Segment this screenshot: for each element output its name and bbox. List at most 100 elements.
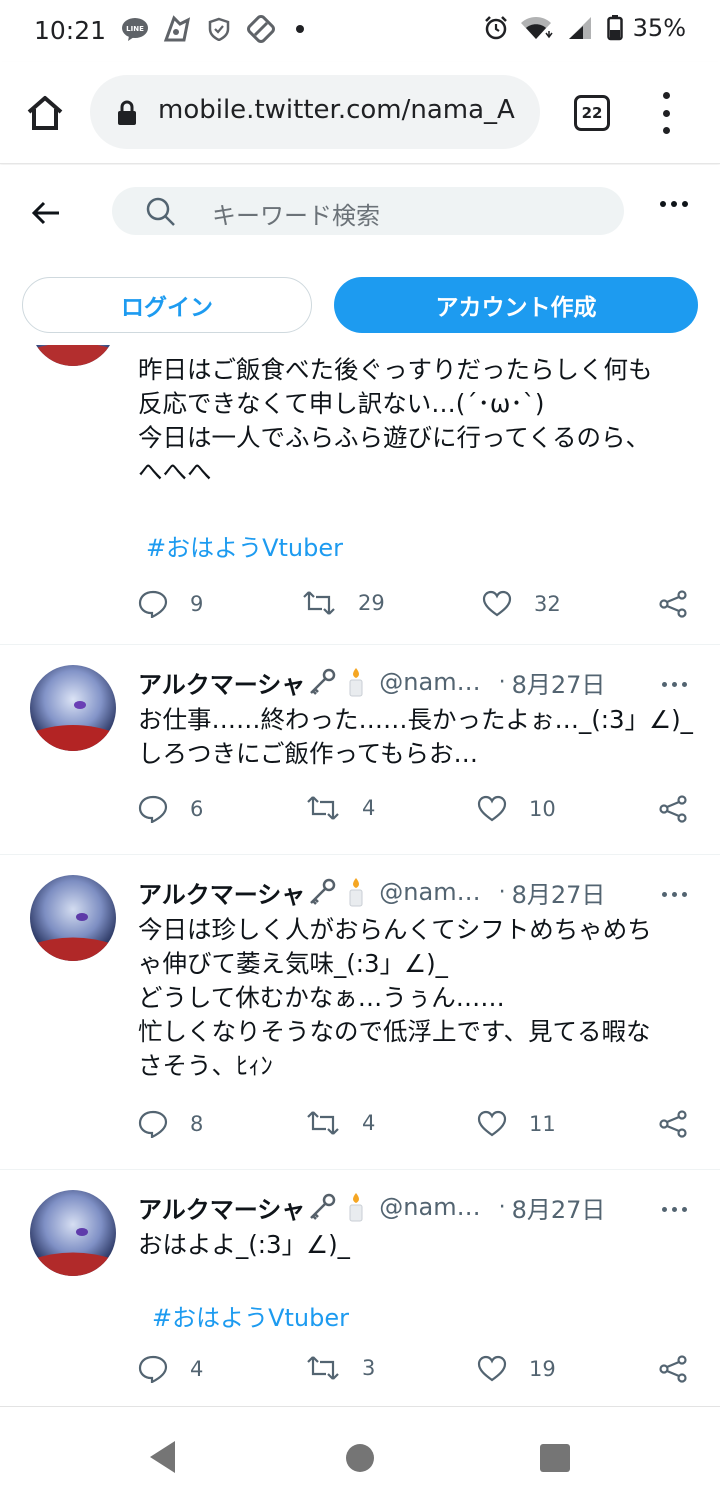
arrow-left-icon (31, 201, 59, 225)
system-nav-bar (0, 1406, 720, 1496)
share-button[interactable] (658, 795, 688, 823)
reply-icon (138, 590, 168, 618)
tweet[interactable]: アルクマーシャ @nam… · 8月27日 今日は珍しく人がおらんくてシフトめち… (0, 855, 720, 1170)
tweet-header: アルクマーシャ @nam… · 8月27日 (138, 1190, 698, 1224)
home-icon (27, 96, 63, 130)
share-button[interactable] (658, 1355, 688, 1383)
tweet-more-button[interactable] (662, 1207, 687, 1212)
tweet[interactable]: 昨日はご飯食べた後ぐっすりだったらしく何も 反応できなくて申し訳ない…(´･ω･… (0, 345, 720, 645)
tweet[interactable]: アルクマーシャ @nam… · 8月27日 おはよよ_(:3」∠)_ #おはよう… (0, 1170, 720, 1405)
shield-icon (204, 14, 234, 44)
user-handle[interactable]: @nam… (379, 878, 480, 906)
search-icon (146, 197, 175, 226)
user-handle[interactable]: @nam… (379, 1193, 480, 1221)
like-button[interactable]: 19 (477, 1355, 556, 1382)
search-input[interactable]: キーワード検索 (112, 187, 624, 235)
like-count: 32 (534, 591, 561, 616)
avatar[interactable] (30, 345, 116, 366)
tweet-date[interactable]: 8月27日 (512, 875, 606, 910)
tweet-actions: 4 3 19 (0, 1355, 720, 1395)
heart-icon (477, 795, 507, 822)
hashtag-link[interactable]: #おはようVtuber (146, 528, 343, 563)
notification-icons: LINE (120, 14, 304, 44)
heart-icon (477, 1355, 507, 1382)
avatar[interactable] (30, 665, 116, 751)
reply-button[interactable]: 4 (138, 1355, 203, 1383)
tweet-header: アルクマーシャ @nam… · 8月27日 (138, 665, 698, 699)
retweet-button[interactable]: 3 (306, 1355, 375, 1381)
tweet-more-button[interactable] (662, 892, 687, 897)
status-time: 10:21 (34, 16, 107, 45)
retweet-count: 4 (362, 1111, 376, 1135)
hashtag-link[interactable]: #おはようVtuber (152, 1298, 349, 1333)
timeline[interactable]: 昨日はご飯食べた後ぐっすりだったらしく何も 反応できなくて申し訳ない…(´･ω･… (0, 345, 720, 1405)
notification-app-icon (246, 14, 276, 44)
like-count: 19 (529, 1356, 556, 1381)
tweet-date[interactable]: 8月27日 (512, 1190, 606, 1225)
like-count: 11 (529, 1111, 556, 1136)
retweet-button[interactable]: 4 (306, 795, 375, 821)
key-emoji-icon (305, 875, 339, 909)
retweet-icon (307, 1356, 339, 1380)
reply-count: 8 (190, 1112, 204, 1136)
reply-button[interactable]: 8 (138, 1110, 203, 1138)
candle-emoji-icon (339, 1190, 373, 1224)
tweet-more-button[interactable] (662, 682, 687, 687)
url-text: mobile.twitter.com/nama_A (158, 95, 515, 125)
user-handle[interactable]: @nam… (379, 668, 480, 696)
reply-button[interactable]: 6 (138, 795, 203, 823)
signup-button[interactable]: アカウント作成 (334, 277, 698, 333)
alarm-icon (484, 16, 507, 40)
tweet-header: アルクマーシャ @nam… · 8月27日 (138, 875, 698, 909)
status-bar: 10:21 LINE 35% (0, 0, 720, 62)
address-bar[interactable]: mobile.twitter.com/nama_A (90, 75, 540, 149)
display-name[interactable]: アルクマーシャ (138, 875, 305, 910)
tab-switcher-button[interactable]: 22 (574, 95, 610, 131)
auth-bar: ログイン アカウント作成 (0, 265, 720, 345)
heart-icon (482, 590, 512, 617)
retweet-count: 3 (362, 1356, 376, 1380)
home-button[interactable] (22, 90, 68, 136)
avatar[interactable] (30, 1190, 116, 1276)
retweet-count: 4 (362, 796, 376, 820)
tweet[interactable]: アルクマーシャ @nam… · 8月27日 お仕事……終わった……長かったよぉ…… (0, 645, 720, 855)
nav-back-icon[interactable] (148, 1439, 176, 1475)
candle-emoji-icon (339, 665, 373, 699)
svg-text:LINE: LINE (126, 25, 144, 33)
tweet-text: 昨日はご飯食べた後ぐっすりだったらしく何も 反応できなくて申し訳ない…(´･ω･… (138, 355, 653, 486)
share-button[interactable] (658, 590, 688, 618)
retweet-button[interactable]: 29 (302, 590, 385, 616)
share-button[interactable] (658, 1110, 688, 1138)
reply-button[interactable]: 9 (138, 590, 203, 618)
like-button[interactable]: 32 (482, 590, 561, 617)
candle-emoji-icon (339, 875, 373, 909)
back-button[interactable] (26, 193, 66, 233)
display-name[interactable]: アルクマーシャ (138, 1190, 305, 1225)
nav-recents-button[interactable] (540, 1444, 570, 1472)
reply-count: 4 (190, 1357, 204, 1381)
login-button[interactable]: ログイン (22, 277, 312, 333)
line-app-icon: LINE (120, 14, 150, 44)
retweet-icon (307, 796, 339, 820)
tweet-date[interactable]: 8月27日 (512, 665, 606, 700)
reply-count: 9 (190, 592, 204, 616)
key-emoji-icon (305, 665, 339, 699)
tweet-actions: 9 29 32 (0, 590, 720, 630)
more-notifications-dot (296, 25, 304, 33)
more-options-button[interactable] (660, 201, 688, 207)
tweet-text: 今日は珍しく人がおらんくてシフトめちゃめち ゃ伸びて萎え気味_(:3」∠)_ ど… (138, 915, 652, 1080)
like-button[interactable]: 11 (477, 1110, 556, 1137)
browser-menu-button[interactable] (656, 92, 676, 134)
nav-home-button[interactable] (346, 1444, 374, 1472)
avatar[interactable] (30, 875, 116, 961)
separator: · (498, 879, 506, 905)
tweet-actions: 6 4 10 (0, 795, 720, 835)
separator: · (498, 1194, 506, 1220)
lock-icon (118, 100, 136, 125)
retweet-button[interactable]: 4 (306, 1110, 375, 1136)
notification-app-icon (162, 14, 192, 44)
display-name[interactable]: アルクマーシャ (138, 665, 305, 700)
retweet-count: 29 (358, 591, 385, 615)
reply-icon (138, 1110, 168, 1138)
like-button[interactable]: 10 (477, 795, 556, 822)
